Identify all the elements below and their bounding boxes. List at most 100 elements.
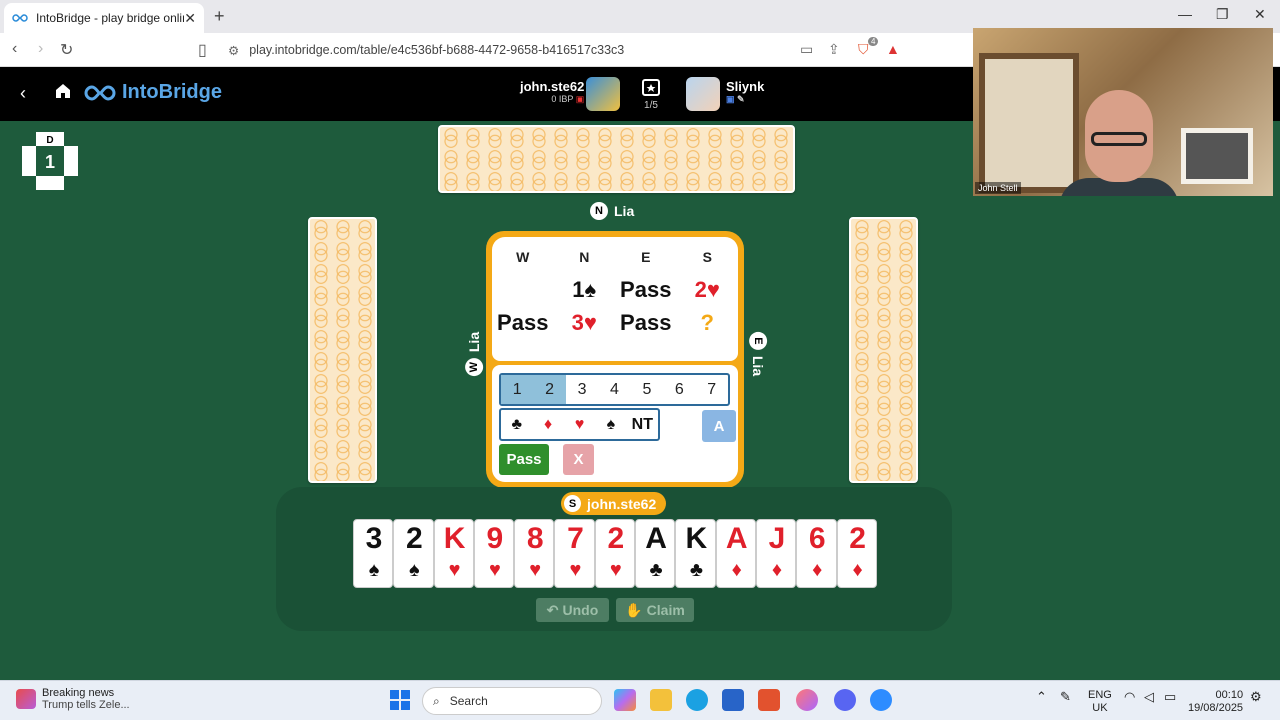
site-info-icon[interactable]: ⚙: [228, 43, 239, 58]
level-button[interactable]: 1: [501, 375, 534, 404]
brave-icon[interactable]: [758, 689, 780, 711]
player-avatar[interactable]: [586, 77, 620, 111]
fern-picture: [979, 53, 1079, 193]
back-arrow-icon[interactable]: ‹: [20, 83, 26, 104]
address-bar[interactable]: ⚙ play.intobridge.com/table/e4c536bf-b68…: [228, 38, 918, 62]
clock-time: 00:10: [1215, 689, 1244, 701]
edge-icon[interactable]: [686, 689, 708, 711]
card-suit: ♦: [771, 559, 783, 581]
player-info: john.ste62 0 IBP ▣: [520, 79, 584, 105]
notrump-button[interactable]: NT: [627, 410, 658, 439]
close-window-icon[interactable]: ✕: [1254, 6, 1266, 23]
card-suit: ♠: [368, 559, 380, 581]
windows-start-icon[interactable]: [389, 689, 411, 711]
bidding-box: W N E S 1♠ Pass 2♥ Pass 3♥ Pass ? 1 2 3 …: [486, 231, 744, 488]
chat-icon[interactable]: ✎: [737, 94, 745, 104]
app-icon[interactable]: [796, 689, 818, 711]
auction-call: 2♥: [694, 277, 720, 302]
hand-card[interactable]: 2 ♠: [393, 519, 434, 588]
search-label: Search: [449, 694, 488, 708]
auction-call: 3♥: [571, 310, 597, 335]
opponent-avatar[interactable]: [686, 77, 720, 111]
forward-icon[interactable]: ›: [38, 40, 43, 58]
home-icon[interactable]: [54, 82, 72, 100]
card-rank: 2: [405, 522, 423, 555]
card-rank: 8: [526, 522, 544, 555]
settings-icon[interactable]: ⚙: [1250, 689, 1262, 705]
opponent-info: Sliynk ▣ ✎: [726, 79, 764, 105]
language-indicator[interactable]: ENG UK: [1088, 689, 1112, 715]
news-widget[interactable]: Breaking news Trump tells Zele...: [16, 687, 130, 711]
cast-icon[interactable]: ▭: [800, 41, 813, 58]
north-hand-backs: [438, 125, 795, 193]
card-suit: ♥: [529, 559, 542, 581]
pass-button[interactable]: Pass: [499, 444, 549, 475]
card-rank: A: [725, 522, 748, 555]
bookmark-icon[interactable]: ▯: [198, 40, 207, 60]
level-button[interactable]: 4: [598, 375, 630, 404]
claim-button[interactable]: ✋ Claim: [616, 598, 694, 622]
volume-icon[interactable]: ◁: [1144, 689, 1154, 705]
card-suit: ♣: [649, 559, 663, 581]
south-hand: 3 ♠ 2 ♠ K ♥ 9 ♥ 8 ♥ 7 ♥ 2 ♥ A ♣ K ♣ A ♦ J ♦ 6 ♦ 2 ♦: [353, 519, 877, 588]
level-button[interactable]: 3: [566, 375, 598, 404]
zoom-icon[interactable]: [870, 689, 892, 711]
diamonds-button[interactable]: ♦: [532, 410, 563, 439]
pen-icon[interactable]: ✎: [1060, 689, 1071, 705]
restore-icon[interactable]: ❐: [1216, 6, 1229, 23]
hand-card[interactable]: K ♣: [675, 519, 716, 588]
taskbar-search[interactable]: ⌕ Search: [422, 687, 602, 715]
wifi-icon[interactable]: ◠: [1124, 689, 1135, 705]
hand-card[interactable]: A ♦: [715, 519, 756, 588]
reload-icon[interactable]: ↻: [60, 40, 73, 60]
spades-button[interactable]: ♠: [595, 410, 626, 439]
discord-icon[interactable]: [834, 689, 856, 711]
back-icon[interactable]: ‹: [12, 40, 17, 58]
taskbar: Breaking news Trump tells Zele... ⌕ Sear…: [0, 680, 1280, 720]
news-headline: Trump tells Zele...: [42, 699, 130, 711]
hand-card[interactable]: 9 ♥: [473, 519, 515, 588]
hand-card[interactable]: 6 ♦: [796, 519, 837, 588]
battery-icon[interactable]: ▭: [1164, 689, 1176, 705]
hand-card[interactable]: 3 ♠: [353, 519, 394, 588]
double-button[interactable]: X: [563, 444, 594, 475]
share-icon[interactable]: ⇪: [828, 41, 840, 58]
level-button[interactable]: 5: [631, 375, 663, 404]
hand-card[interactable]: 7 ♥: [554, 519, 595, 588]
undo-button[interactable]: ↶ Undo: [536, 598, 609, 622]
copilot-icon[interactable]: [614, 689, 636, 711]
card-suit: ♥: [448, 559, 461, 581]
store-icon[interactable]: [722, 689, 744, 711]
auction-header-w: W: [516, 249, 530, 265]
hand-card[interactable]: 8 ♥: [514, 519, 555, 588]
hearts-button[interactable]: ♥: [564, 410, 595, 439]
hand-card[interactable]: J ♦: [755, 519, 797, 588]
brave-shield-icon[interactable]: ⛉: [858, 41, 869, 58]
hand-card[interactable]: A ♣: [635, 519, 676, 588]
auction-call: 1♠: [572, 277, 597, 302]
tray-overflow-icon[interactable]: ⌃: [1036, 689, 1047, 705]
card-rank: 6: [808, 522, 826, 555]
hand-card[interactable]: 2 ♦: [836, 519, 877, 588]
new-tab-icon[interactable]: +: [214, 6, 225, 27]
rewards-icon[interactable]: ▲: [886, 41, 900, 57]
level-button[interactable]: 2: [533, 375, 566, 404]
level-button[interactable]: 6: [663, 375, 695, 404]
hand-card[interactable]: K ♥: [433, 519, 474, 588]
clock[interactable]: 00:10 19/08/2025: [1188, 689, 1243, 715]
close-tab-icon[interactable]: ✕: [184, 10, 196, 27]
auction-call: Pass: [620, 310, 672, 335]
browser-tab[interactable]: IntoBridge - play bridge online ✕: [4, 3, 204, 33]
clubs-button[interactable]: ♣: [501, 410, 532, 439]
wall-photo: [1181, 128, 1253, 184]
north-seat-marker: N: [590, 202, 608, 220]
alert-button[interactable]: A: [702, 410, 736, 442]
minimize-icon[interactable]: —: [1178, 6, 1192, 22]
file-explorer-icon[interactable]: [650, 689, 672, 711]
intobridge-logo[interactable]: IntoBridge: [84, 81, 222, 104]
hand-card[interactable]: 2 ♥: [594, 519, 636, 588]
level-button[interactable]: 7: [696, 375, 728, 404]
board-counter[interactable]: 1/5: [641, 77, 661, 111]
claim-icon: ✋: [625, 601, 643, 618]
auction-call: [492, 277, 554, 303]
